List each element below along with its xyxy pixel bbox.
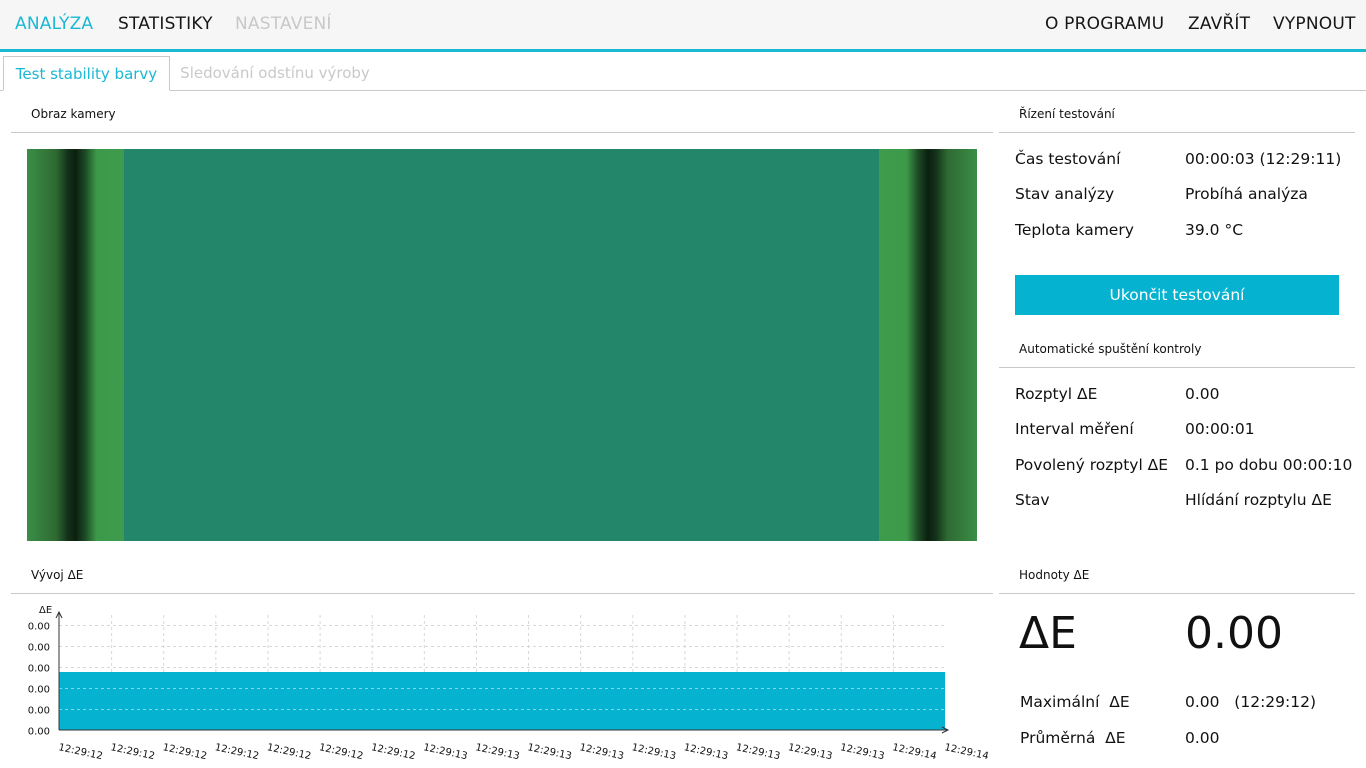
- chart-y-tick-label: 0.00: [28, 622, 50, 633]
- menu-statistiky[interactable]: STATISTIKY: [118, 14, 213, 34]
- auto-start-title: Automatické spuštění kontroly: [1019, 342, 1202, 356]
- analysis-state-value: Probíhá analýza: [1185, 185, 1308, 203]
- allowed-variance-label: Povolený rozptyl ΔE: [1015, 456, 1169, 474]
- menu-analyza[interactable]: ANALÝZA: [15, 14, 93, 34]
- variance-label: Rozptyl ΔE: [1015, 385, 1098, 403]
- chart-x-tick-label: 12:29:12: [214, 742, 260, 762]
- camera-panel-divider: [11, 132, 993, 133]
- chart-x-tick-label: 12:29:13: [735, 742, 781, 762]
- tab-bar: Test stability barvy Sledování odstínu v…: [0, 52, 1366, 91]
- chart-x-tick-label: 12:29:12: [370, 742, 416, 762]
- menu-o-programu[interactable]: O PROGRAMU: [1045, 14, 1164, 34]
- chart-y-tick-label: 0.00: [28, 685, 50, 696]
- chart-x-tick-label: 12:29:12: [266, 742, 312, 762]
- stop-testing-button[interactable]: Ukončit testování: [1015, 275, 1339, 315]
- chart-y-tick-label: 0.00: [28, 727, 50, 738]
- chart-x-tick-label: 12:29:13: [683, 742, 729, 762]
- top-menu-bar: ANALÝZA STATISTIKY NASTAVENÍ O PROGRAMU …: [0, 0, 1366, 52]
- tab-sledovani-odstinu[interactable]: Sledování odstínu výroby: [170, 56, 380, 91]
- menu-vypnout[interactable]: VYPNOUT: [1273, 14, 1356, 34]
- chart-x-tick-label: 12:29:13: [631, 742, 677, 762]
- delta-e-chart: 0.00 0.00 0.00 0.00 0.00 0.00 ΔE 12:29:12 12:29…: [28, 605, 990, 762]
- trend-panel-divider: [11, 593, 993, 594]
- chart-y-axis-label: ΔE: [39, 605, 52, 616]
- delta-e-big-label: ΔE: [1019, 608, 1077, 659]
- chart-x-tick-label: 12:29:13: [474, 742, 520, 762]
- chart-x-tick-label: 12:29:12: [109, 742, 155, 762]
- chart-x-tick-label: 12:29:13: [579, 742, 625, 762]
- camera-temp-label: Teplota kamery: [1015, 221, 1134, 239]
- chart-y-tick-label: 0.00: [28, 664, 50, 675]
- test-time-label: Čas testování: [1015, 150, 1121, 168]
- chart-x-tick-label: 12:29:13: [787, 742, 833, 762]
- camera-temp-value: 39.0 °C: [1185, 221, 1244, 239]
- avg-delta-e-label: Průměrná ΔE: [1020, 729, 1126, 747]
- delta-e-big-value: 0.00: [1185, 608, 1283, 659]
- camera-image: [27, 149, 977, 541]
- chart-y-tick-label: 0.00: [28, 706, 50, 717]
- control-panel-title: Řízení testování: [1019, 107, 1115, 121]
- allowed-variance-value: 0.1 po dobu 00:00:10: [1185, 456, 1353, 474]
- analysis-state-label: Stav analýzy: [1015, 185, 1115, 203]
- interval-value: 00:00:01: [1185, 420, 1255, 438]
- menu-zavrit[interactable]: ZAVŘÍT: [1188, 14, 1250, 34]
- state-label: Stav: [1015, 491, 1050, 509]
- chart-x-tick-label: 12:29:12: [162, 742, 208, 762]
- tab-test-stability[interactable]: Test stability barvy: [3, 56, 170, 91]
- chart-area-series: [59, 672, 945, 730]
- auto-start-divider: [999, 367, 1355, 368]
- interval-label: Interval měření: [1015, 420, 1134, 438]
- max-delta-e-value: 0.00 (12:29:12): [1185, 693, 1317, 711]
- max-delta-e-label: Maximální ΔE: [1020, 693, 1130, 711]
- state-value: Hlídání rozptylu ΔE: [1185, 491, 1332, 509]
- chart-x-tick-label: 12:29:14: [891, 742, 937, 762]
- camera-image-left-edge: [27, 149, 124, 541]
- menu-nastaveni[interactable]: NASTAVENÍ: [235, 14, 332, 34]
- chart-y-tick-label: 0.00: [28, 643, 50, 654]
- control-panel-divider: [999, 132, 1355, 133]
- chart-x-tick-label: 12:29:12: [318, 742, 364, 762]
- chart-x-tick-label: 12:29:13: [839, 742, 885, 762]
- values-panel-divider: [999, 593, 1355, 594]
- trend-panel-title: Vývoj ΔE: [31, 568, 84, 582]
- avg-delta-e-value: 0.00: [1185, 729, 1220, 747]
- test-time-value: 00:00:03 (12:29:11): [1185, 150, 1342, 168]
- chart-x-tick-label: 12:29:13: [422, 742, 468, 762]
- chart-x-tick-label: 12:29:13: [526, 742, 572, 762]
- variance-value: 0.00: [1185, 385, 1220, 403]
- chart-x-tick-label: 12:29:12: [57, 742, 103, 762]
- chart-x-tick-label: 12:29:14: [943, 742, 989, 762]
- camera-image-right-edge: [879, 149, 977, 541]
- camera-panel-title: Obraz kamery: [31, 107, 116, 121]
- values-panel-title: Hodnoty ΔE: [1019, 568, 1090, 582]
